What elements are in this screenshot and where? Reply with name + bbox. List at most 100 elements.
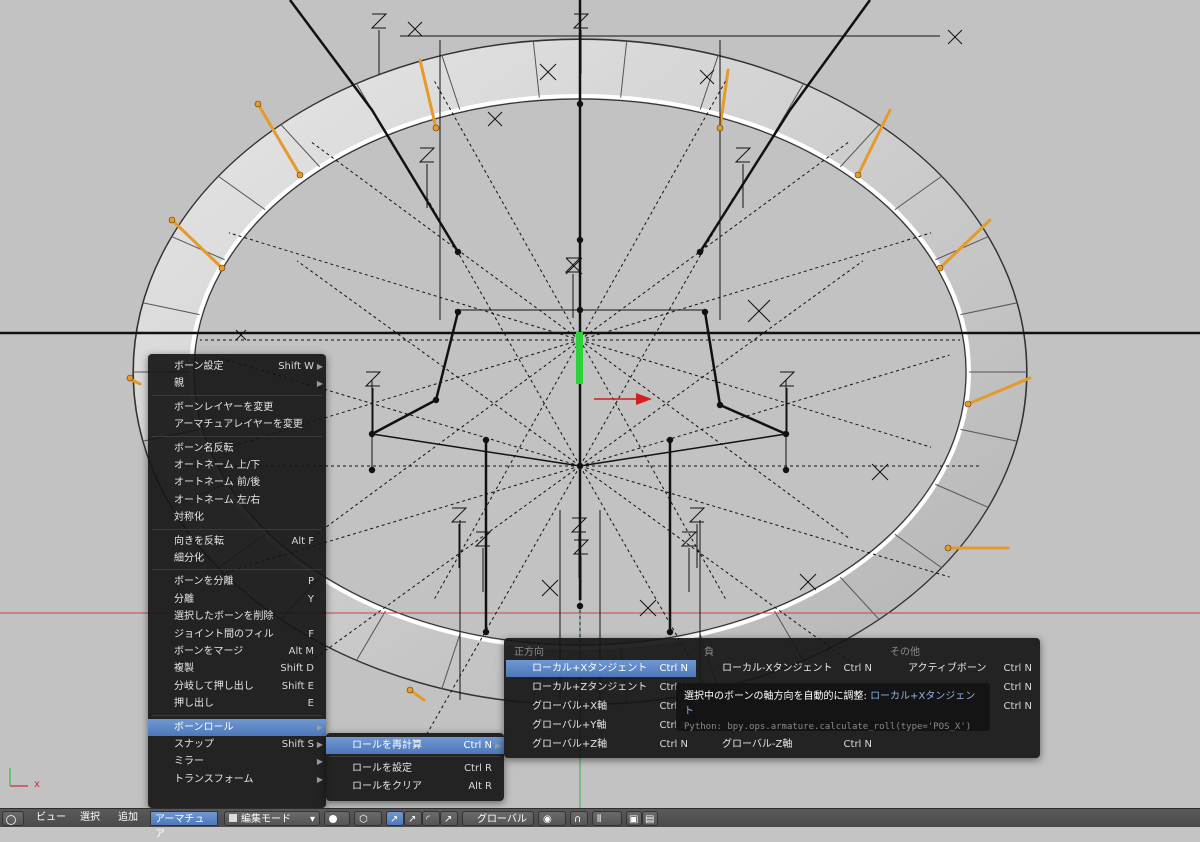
header-negative: 負 <box>704 647 714 658</box>
tooltip-description: 選択中のボーンの軸方向を自動的に調整: <box>684 691 867 702</box>
menu-item[interactable]: 分岐して押し出し Shift E <box>148 678 326 695</box>
menu-item[interactable]: オートネーム 上/下 <box>148 457 326 474</box>
menu-item-label: アクティブボーン <box>908 663 987 674</box>
menu-item[interactable]: グローバル+X軸 Ctrl N <box>506 698 696 715</box>
menu-item[interactable]: 分離 Y <box>148 591 326 608</box>
menu-item[interactable]: 親 ▶ <box>148 375 326 392</box>
menu-item[interactable]: グローバル+Z軸 Ctrl N <box>506 736 696 753</box>
pivot-icon: ⬡ <box>359 814 368 825</box>
menu-separator <box>330 756 500 758</box>
edit-mode-icon <box>229 814 237 822</box>
submenu-arrow-icon: ▶ <box>316 740 323 749</box>
menu-item[interactable]: ボーンロール ▶ <box>148 718 326 736</box>
menu-item[interactable]: オートネーム 左/右 <box>148 492 326 509</box>
shading-selector[interactable] <box>324 811 350 826</box>
submenu-arrow-icon: ▶ <box>316 722 323 732</box>
armature-context-menu: ボーン設定 Shift W ▶ 親 ▶ ボーンレイヤーを変更 アーマチュアレイヤーを変更 ボー… <box>148 354 326 808</box>
menu-item-shortcut: Alt R <box>468 780 492 792</box>
menu-separator <box>152 714 322 716</box>
menu-item[interactable]: ロールを設定 Ctrl R <box>326 760 504 777</box>
film-icon: ▤ <box>645 814 655 825</box>
menu-item[interactable]: ミラー ▶ <box>148 753 326 770</box>
menu-item[interactable]: ローカル+Xタンジェント Ctrl N <box>506 660 696 677</box>
menu-item[interactable]: トランスフォーム ▶ <box>148 771 326 788</box>
menu-item[interactable]: スナップ Shift S ▶ <box>148 736 326 753</box>
menu-item[interactable]: アーマチュアレイヤーを変更 <box>148 416 326 433</box>
menu-item-shortcut: Ctrl N <box>1003 701 1032 712</box>
menu-item[interactable]: ローカル+Zタンジェント Ctrl N <box>506 679 696 696</box>
menu-item-label: 向きを反転 <box>174 535 224 547</box>
menu-separator <box>152 435 322 437</box>
menu-item-label: 複製 <box>174 663 194 675</box>
menu-item[interactable]: グローバル-Z軸 Ctrl N <box>698 736 884 753</box>
menu-item-label: グローバル+X軸 <box>532 701 608 712</box>
menu-item[interactable]: グローバル+Y軸 Ctrl N <box>506 717 696 734</box>
menu-item-shortcut: Ctrl N <box>463 740 492 751</box>
submenu-arrow-icon: ▶ <box>316 774 323 784</box>
translate-toggle[interactable]: ↗ <box>404 811 422 826</box>
menu-item[interactable]: ジョイント間のフィル F <box>148 626 326 643</box>
menu-item[interactable]: ボーン設定 Shift W ▶ <box>148 358 326 375</box>
submenu-arrow-icon: ▶ <box>316 379 323 389</box>
menu-item[interactable]: 向きを反転 Alt F <box>148 533 326 550</box>
menu-item-shortcut: Ctrl N <box>843 663 872 674</box>
header-other: その他 <box>890 647 920 658</box>
render-button[interactable]: ▣ <box>626 811 642 826</box>
tooltip-python: Python: bpy.ops.armature.calculate_roll(… <box>684 722 972 732</box>
menu-armature[interactable]: アーマチュア <box>150 811 218 840</box>
menu-item[interactable]: ローカル-Xタンジェント Ctrl N <box>698 660 884 677</box>
menu-item[interactable]: アクティブボーン Ctrl N <box>884 660 1038 677</box>
snap-element-selector[interactable]: ⫴ <box>592 811 622 826</box>
menu-item[interactable]: ロールをクリア Alt R <box>326 778 504 795</box>
menu-item-label: ローカル-Xタンジェント <box>722 663 833 674</box>
manipulator-toggle[interactable]: ↗ <box>386 811 404 826</box>
menu-item[interactable]: オートネーム 前/後 <box>148 474 326 491</box>
menu-add[interactable]: 追加 <box>118 810 138 826</box>
menu-item-shortcut: Shift W <box>278 361 314 372</box>
menu-item-shortcut: E <box>307 698 314 710</box>
menu-item-label: グローバル+Y軸 <box>532 720 607 731</box>
render-anim-button[interactable]: ▤ <box>642 811 658 826</box>
menu-item-shortcut: Shift S <box>281 739 314 750</box>
menu-item[interactable]: ボーンをマージ Alt M <box>148 643 326 660</box>
submenu-arrow-icon: ▶ <box>316 757 323 767</box>
menu-item[interactable]: 選択したボーンを削除 <box>148 608 326 625</box>
rotate-icon: ◜ <box>426 814 430 825</box>
menu-item-shortcut: Y <box>307 593 314 605</box>
menu-item-shortcut: Shift E <box>281 680 314 692</box>
menu-item[interactable]: ボーンレイヤーを変更 <box>148 399 326 416</box>
menu-view[interactable]: ビュー <box>36 810 66 826</box>
editor-type-button[interactable] <box>2 811 24 826</box>
menu-item-label: アーマチュアレイヤーを変更 <box>174 419 303 431</box>
menu-item[interactable]: ボーン名反転 <box>148 440 326 457</box>
menu-item[interactable]: 押し出し E <box>148 695 326 712</box>
menu-item[interactable]: 対称化 <box>148 509 326 526</box>
menu-item[interactable]: ロールを再計算 Ctrl N ▶ <box>326 737 504 754</box>
menu-item-label: 選択したボーンを削除 <box>174 611 274 623</box>
cube-icon <box>6 815 16 825</box>
menu-item-label: ボーンレイヤーを変更 <box>174 401 274 413</box>
pivot-selector[interactable]: ⬡ <box>354 811 382 826</box>
menu-item-shortcut: Ctrl N <box>1003 682 1032 693</box>
menu-item[interactable]: ボーンを分離 P <box>148 573 326 590</box>
menu-item-shortcut: Ctrl R <box>464 763 492 775</box>
rotate-toggle[interactable]: ◜ <box>422 811 440 826</box>
menu-item-label: ロールをクリア <box>352 780 422 792</box>
menu-item-shortcut: Ctrl N <box>1003 663 1032 674</box>
menu-select[interactable]: 選択 <box>80 810 100 826</box>
mode-selector[interactable]: 編集モード ▾ <box>224 811 320 826</box>
snap-toggle[interactable]: ∩ <box>570 811 588 826</box>
menu-item-label: ローカル+Zタンジェント <box>532 682 648 693</box>
scale-toggle[interactable]: ↗ <box>440 811 458 826</box>
menu-item-label: 押し出し <box>174 698 214 710</box>
orientation-selector[interactable]: グローバル <box>462 811 534 826</box>
manipulator-icon: ↗ <box>390 814 399 825</box>
menu-item[interactable]: 細分化 <box>148 550 326 567</box>
menu-item-shortcut: Alt F <box>291 535 314 547</box>
menu-item-label: ボーンを分離 <box>174 576 234 588</box>
menu-item-shortcut: Shift D <box>280 663 314 675</box>
menu-item-label: 分岐して押し出し <box>174 680 254 692</box>
layer-button[interactable]: ◉ <box>538 811 566 826</box>
menu-item[interactable]: 複製 Shift D <box>148 660 326 677</box>
menu-item-label: オートネーム 前/後 <box>174 477 261 489</box>
